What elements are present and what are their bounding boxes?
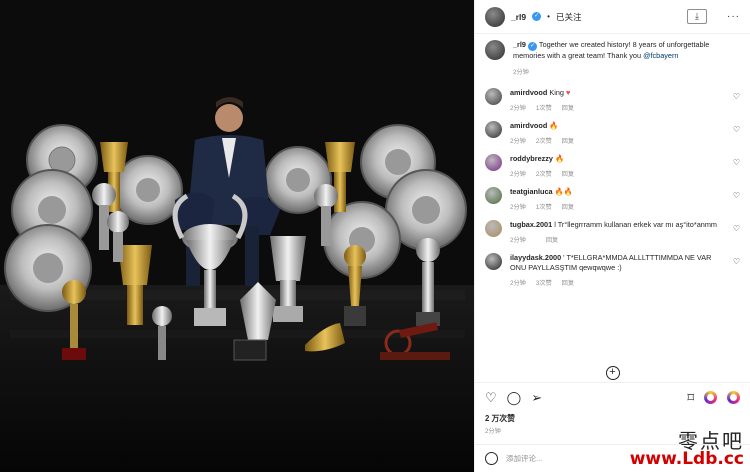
reply-button[interactable]: 回复 bbox=[562, 136, 574, 145]
post-photo[interactable] bbox=[0, 0, 474, 472]
watermark: 零点吧 www.Ldb.cc bbox=[630, 431, 744, 468]
comment-time: 2分钟 bbox=[510, 203, 526, 211]
caption-mention-link[interactable]: @fcbayern bbox=[643, 51, 678, 60]
caption-username[interactable]: _rl9 bbox=[513, 40, 526, 49]
heart-icon[interactable]: ♡ bbox=[485, 391, 497, 404]
comment-username[interactable]: amirdvood bbox=[510, 88, 547, 97]
comment-like-count[interactable]: 1次赞 bbox=[536, 103, 552, 112]
heart-icon[interactable]: ♡ bbox=[733, 257, 740, 266]
avatar[interactable] bbox=[485, 153, 502, 171]
comment-item: ilayydask.2000 ' T*ELLGRA*MMDA ALLLTTTIM… bbox=[485, 252, 740, 287]
comment-time: 2分钟 bbox=[510, 279, 526, 287]
heart-icon[interactable]: ♡ bbox=[733, 158, 740, 167]
post-side-panel: _rl9 ✓ • 已关注 ⤓ ··· _rl9 ✓ Together we cr… bbox=[474, 0, 750, 472]
comment-like-count[interactable]: 3次赞 bbox=[536, 278, 552, 287]
comment-emoji: 🔥 bbox=[549, 120, 559, 130]
more-icon[interactable]: ··· bbox=[727, 11, 740, 22]
reply-button[interactable]: 回复 bbox=[562, 169, 574, 178]
avatar[interactable] bbox=[485, 120, 502, 138]
reply-button[interactable]: 回复 bbox=[546, 235, 558, 244]
comment-like-count[interactable]: 2次赞 bbox=[536, 169, 552, 178]
comments-scroll-area[interactable]: _rl9 ✓ Together we created history! 8 ye… bbox=[475, 34, 750, 382]
comment-username[interactable]: ilayydask.2000 bbox=[510, 253, 561, 262]
comment-time: 2分钟 bbox=[510, 170, 526, 178]
reply-button[interactable]: 回复 bbox=[562, 103, 574, 112]
share-icon[interactable]: ➢ bbox=[531, 391, 542, 404]
watermark-bottom: www.Ldb.cc bbox=[629, 449, 744, 469]
trophy-photo-illustration bbox=[0, 0, 474, 472]
comment-item: teatgianluca 🔥🔥 2分钟 1次赞 回复 ♡ bbox=[485, 186, 740, 211]
post-header: _rl9 ✓ • 已关注 ⤓ ··· bbox=[475, 0, 750, 34]
comment-time: 2分钟 bbox=[510, 236, 526, 244]
follow-status-button[interactable]: 已关注 bbox=[556, 11, 582, 23]
add-comment-input[interactable]: 添加评论... bbox=[506, 453, 542, 464]
emoji-icon[interactable] bbox=[485, 452, 498, 465]
comment-emoji: 🔥 bbox=[555, 153, 565, 163]
comment-time: 2分钟 bbox=[510, 104, 526, 112]
download-icon[interactable]: ⤓ bbox=[687, 9, 707, 24]
caption-time: 2分钟 bbox=[513, 68, 529, 76]
comment-like-count[interactable]: 2次赞 bbox=[536, 136, 552, 145]
avatar[interactable] bbox=[485, 219, 502, 237]
bookmark-icon[interactable]: ⌑ bbox=[687, 391, 694, 404]
comment-item: tugbax.2001 l Tr°llegrrramm kullanan erk… bbox=[485, 219, 740, 244]
comment-icon[interactable]: ◯ bbox=[507, 391, 522, 404]
separator-dot: • bbox=[547, 12, 550, 21]
story-ring-icon[interactable] bbox=[704, 391, 717, 404]
heart-icon[interactable]: ♡ bbox=[733, 125, 740, 134]
comment-item: amirdvood 🔥 2分钟 2次赞 回复 ♡ bbox=[485, 120, 740, 145]
author-username[interactable]: _rl9 bbox=[511, 12, 526, 22]
comment-text: King bbox=[549, 87, 564, 97]
heart-icon[interactable]: ♡ bbox=[733, 224, 740, 233]
like-count[interactable]: 2 万次赞 bbox=[475, 413, 750, 424]
avatar[interactable] bbox=[485, 87, 502, 105]
caption-text: Together we created history! 8 years of … bbox=[513, 40, 710, 60]
verified-badge-icon: ✓ bbox=[528, 42, 538, 51]
comment-list: amirdvood King ♥ 2分钟 1次赞 回复 ♡ amirdvood 🔥 2分钟 2… bbox=[485, 87, 740, 287]
verified-badge-icon: ✓ bbox=[532, 12, 542, 21]
story-ring-icon[interactable] bbox=[727, 391, 740, 404]
avatar[interactable] bbox=[485, 186, 502, 204]
reply-button[interactable]: 回复 bbox=[562, 202, 574, 211]
action-bar: ♡ ◯ ➢ ⌑ bbox=[475, 382, 750, 412]
instagram-post-view: _rl9 ✓ • 已关注 ⤓ ··· _rl9 ✓ Together we cr… bbox=[0, 0, 750, 472]
comment-text: l Tr°llegrrramm kullanan erkek var mı aş… bbox=[554, 219, 717, 229]
comment-username[interactable]: tugbax.2001 bbox=[510, 220, 552, 229]
avatar[interactable] bbox=[485, 6, 505, 27]
comment-username[interactable]: amirdvood bbox=[510, 121, 547, 130]
comment-emoji: 🔥🔥 bbox=[554, 186, 573, 196]
comment-username[interactable]: teatgianluca bbox=[510, 187, 553, 196]
comment-emoji: ♥ bbox=[565, 87, 571, 97]
comment-username[interactable]: roddybrezzy bbox=[510, 154, 553, 163]
comment-item: amirdvood King ♥ 2分钟 1次赞 回复 ♡ bbox=[485, 87, 740, 112]
comment-like-count[interactable]: 1次赞 bbox=[536, 202, 552, 211]
watermark-top: 零点吧 bbox=[678, 429, 744, 453]
avatar[interactable] bbox=[485, 252, 502, 270]
reply-button[interactable]: 回复 bbox=[562, 278, 574, 287]
comment-time: 2分钟 bbox=[510, 137, 526, 145]
plus-circle-icon[interactable]: + bbox=[605, 366, 620, 380]
avatar[interactable] bbox=[485, 40, 505, 60]
post-caption: _rl9 ✓ Together we created history! 8 ye… bbox=[485, 40, 740, 76]
heart-icon[interactable]: ♡ bbox=[733, 191, 740, 200]
heart-icon[interactable]: ♡ bbox=[733, 92, 740, 101]
comment-item: roddybrezzy 🔥 2分钟 2次赞 回复 ♡ bbox=[485, 153, 740, 178]
